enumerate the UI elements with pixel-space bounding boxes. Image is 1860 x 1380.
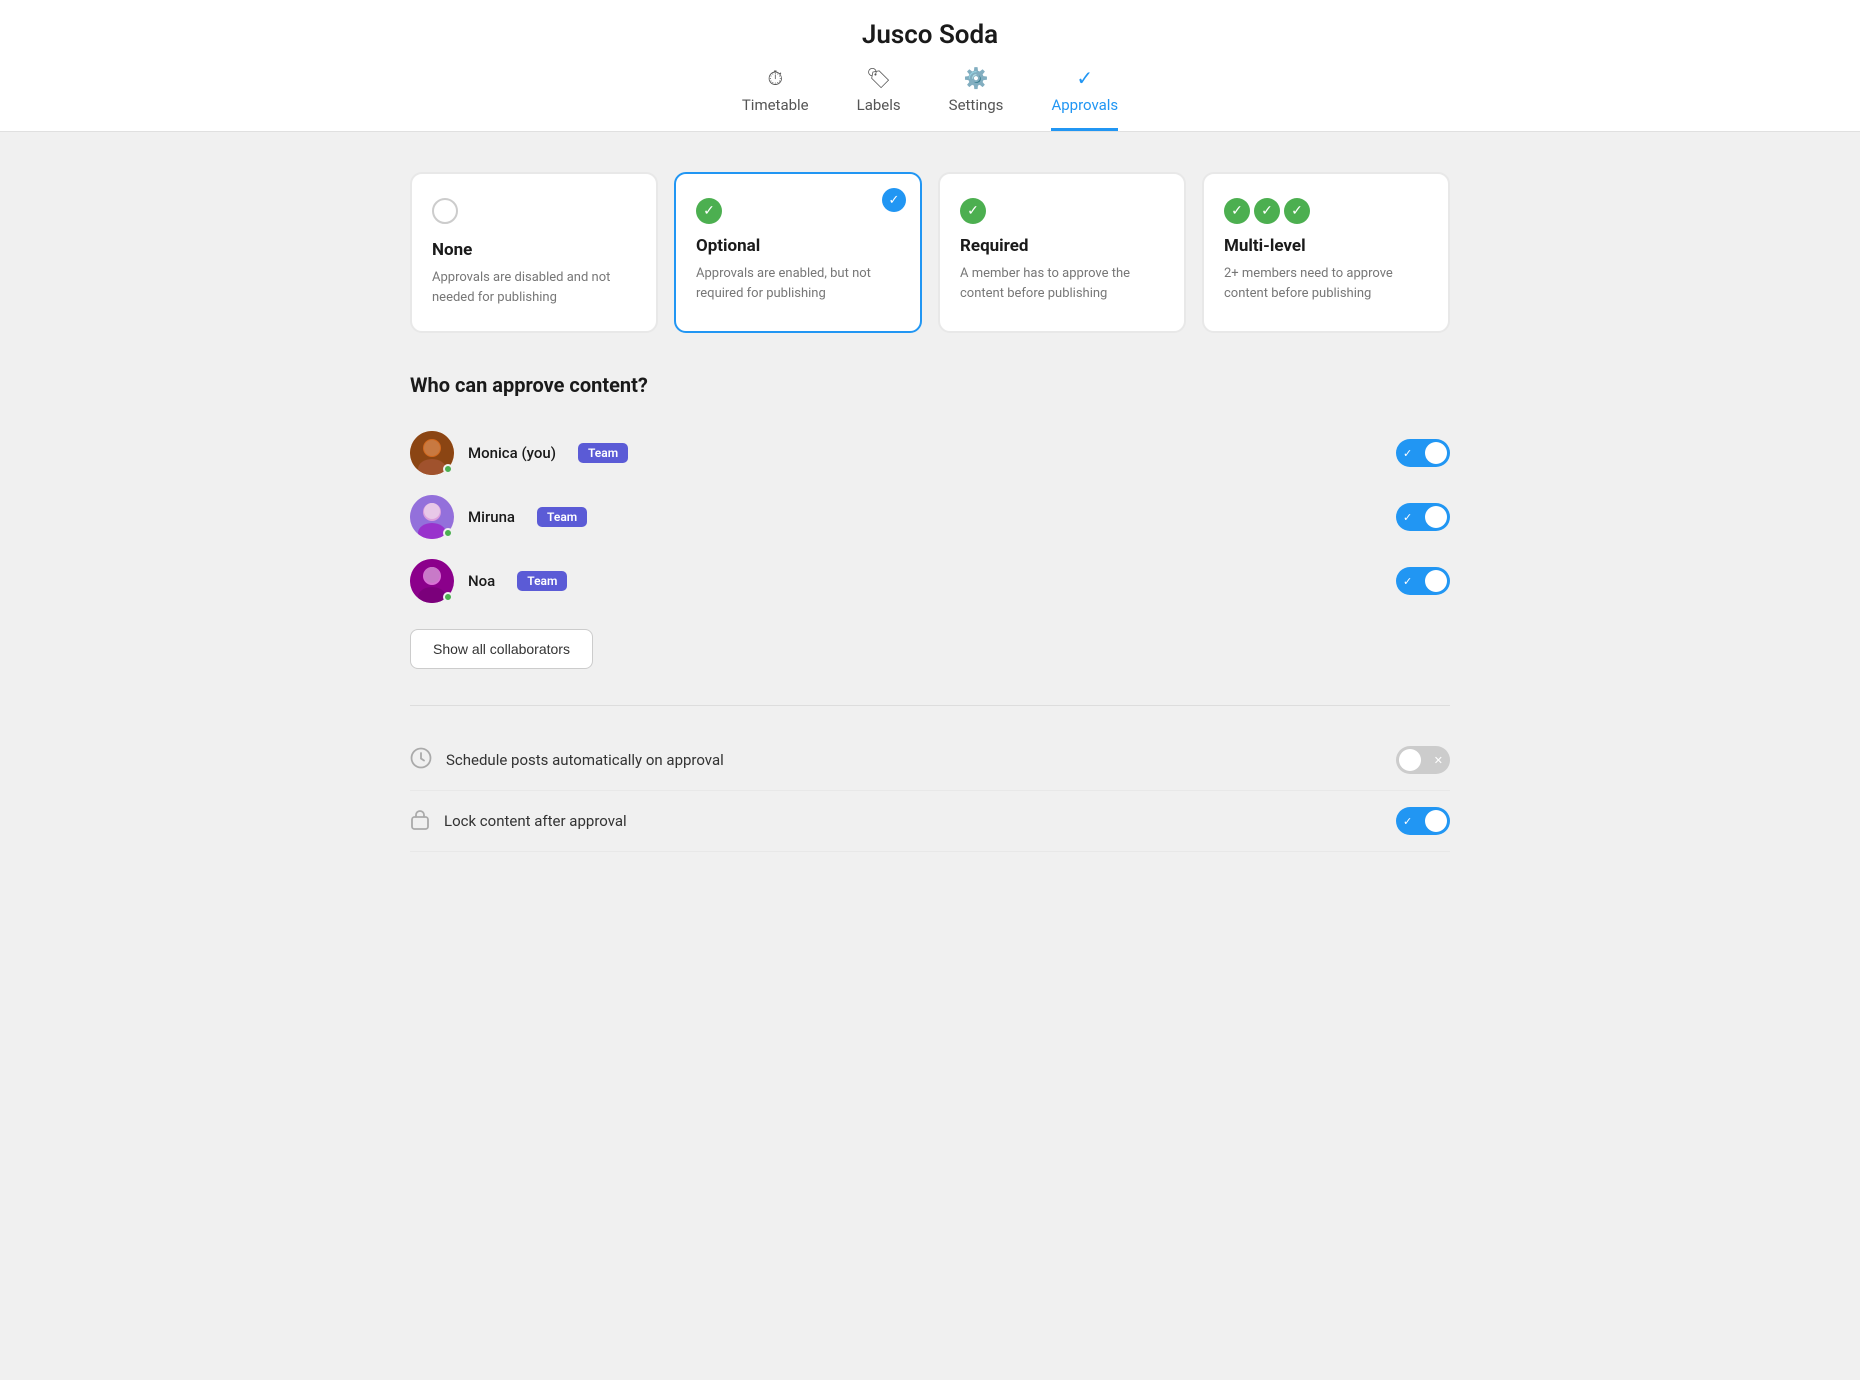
- avatar-wrap-monica: [410, 431, 454, 475]
- required-desc: A member has to approve the content befo…: [960, 264, 1164, 303]
- schedule-label: Schedule posts automatically on approval: [446, 751, 724, 769]
- collaborator-row-noa: Noa Team ✓: [410, 549, 1450, 613]
- approval-cards-grid: None Approvals are disabled and not need…: [410, 172, 1450, 333]
- team-badge-miruna: Team: [537, 507, 587, 527]
- toggle-check-icon-2: ✓: [1403, 511, 1412, 524]
- setting-row-lock: Lock content after approval ✓: [410, 791, 1450, 852]
- multilevel-icon: ✓ ✓ ✓: [1224, 198, 1428, 224]
- required-title: Required: [960, 236, 1164, 256]
- toggle-circle-3: [1425, 570, 1447, 592]
- section-title-who: Who can approve content?: [410, 373, 1450, 397]
- toggle-circle-lock: [1425, 810, 1447, 832]
- avatar-wrap-miruna: [410, 495, 454, 539]
- collaborator-row-monica: Monica (you) Team ✓: [410, 421, 1450, 485]
- lock-icon: [410, 808, 430, 835]
- setting-left-schedule: Schedule posts automatically on approval: [410, 747, 724, 774]
- multilevel-desc: 2+ members need to approve content befor…: [1224, 264, 1428, 303]
- approval-card-multilevel[interactable]: ✓ ✓ ✓ Multi-level 2+ members need to app…: [1202, 172, 1450, 333]
- tab-labels[interactable]: 🏷 Labels: [857, 66, 901, 131]
- required-icon: ✓: [960, 198, 1164, 224]
- settings-section: Schedule posts automatically on approval…: [410, 705, 1450, 852]
- lock-label: Lock content after approval: [444, 812, 627, 830]
- tab-settings[interactable]: ⚙️ Settings: [949, 66, 1004, 131]
- setting-left-lock: Lock content after approval: [410, 808, 627, 835]
- tab-timetable[interactable]: ⏱ Timetable: [742, 66, 809, 131]
- toggle-check-icon: ✓: [1403, 447, 1412, 460]
- optional-desc: Approvals are enabled, but not required …: [696, 264, 900, 303]
- none-title: None: [432, 240, 636, 260]
- toggle-check-icon-lock: ✓: [1403, 815, 1412, 828]
- team-badge-noa: Team: [517, 571, 567, 591]
- toggle-schedule[interactable]: ✕: [1396, 746, 1450, 774]
- avatar-wrap-noa: [410, 559, 454, 603]
- toggle-circle-sched: [1399, 749, 1421, 771]
- who-can-approve-section: Who can approve content?: [410, 373, 1450, 669]
- show-all-collaborators-button[interactable]: Show all collaborators: [410, 629, 593, 669]
- toggle-circle: [1425, 442, 1447, 464]
- page-title: Jusco Soda: [0, 20, 1860, 50]
- toggle-check-icon-3: ✓: [1403, 575, 1412, 588]
- optional-title: Optional: [696, 236, 900, 256]
- clock-icon: [410, 747, 432, 774]
- approval-card-none[interactable]: None Approvals are disabled and not need…: [410, 172, 658, 333]
- online-dot-monica: [443, 464, 453, 474]
- timetable-icon: ⏱: [767, 66, 783, 90]
- online-dot-miruna: [443, 528, 453, 538]
- online-dot-noa: [443, 592, 453, 602]
- toggle-circle-2: [1425, 506, 1447, 528]
- approvals-icon: ✓: [1076, 66, 1093, 90]
- none-icon: [432, 198, 636, 228]
- toggle-lock[interactable]: ✓: [1396, 807, 1450, 835]
- tab-bar: ⏱ Timetable 🏷 Labels ⚙️ Settings ✓ Appro…: [0, 66, 1860, 131]
- labels-icon: 🏷: [866, 66, 891, 90]
- collaborator-name-miruna: Miruna: [468, 508, 515, 526]
- toggle-miruna[interactable]: ✓: [1396, 503, 1450, 531]
- toggle-noa[interactable]: ✓: [1396, 567, 1450, 595]
- collaborator-left-monica: Monica (you) Team: [410, 431, 628, 475]
- toggle-monica[interactable]: ✓: [1396, 439, 1450, 467]
- settings-icon: ⚙️: [964, 66, 989, 90]
- page-header: Jusco Soda ⏱ Timetable 🏷 Labels ⚙️ Setti…: [0, 0, 1860, 132]
- collaborator-left-noa: Noa Team: [410, 559, 567, 603]
- tab-approvals[interactable]: ✓ Approvals: [1051, 66, 1118, 131]
- team-badge-monica: Team: [578, 443, 628, 463]
- approval-card-required[interactable]: ✓ Required A member has to approve the c…: [938, 172, 1186, 333]
- none-desc: Approvals are disabled and not needed fo…: [432, 268, 636, 307]
- collaborator-row-miruna: Miruna Team ✓: [410, 485, 1450, 549]
- multilevel-title: Multi-level: [1224, 236, 1428, 256]
- collaborator-name-noa: Noa: [468, 572, 495, 590]
- main-content: None Approvals are disabled and not need…: [380, 132, 1480, 892]
- selected-check-icon: ✓: [882, 188, 906, 212]
- approval-card-optional[interactable]: ✓ ✓ Optional Approvals are enabled, but …: [674, 172, 922, 333]
- setting-row-schedule: Schedule posts automatically on approval…: [410, 730, 1450, 791]
- collaborators-list: Monica (you) Team ✓: [410, 421, 1450, 613]
- collaborator-left-miruna: Miruna Team: [410, 495, 587, 539]
- optional-icon: ✓: [696, 198, 900, 224]
- toggle-x-icon: ✕: [1434, 754, 1443, 767]
- collaborator-name-monica: Monica (you): [468, 444, 556, 462]
